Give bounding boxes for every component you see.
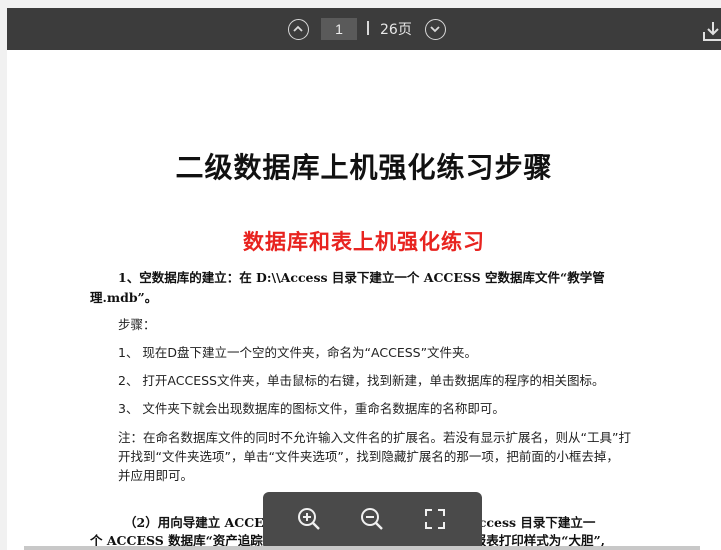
prev-page-button[interactable] [288,19,309,40]
section1-heading-line1: 1、空数据库的建立：在 D:\\Access 目录下建立一个 ACCESS 空数… [118,270,605,285]
zoom-out-icon [361,508,383,530]
step-3: 3、 文件夹下就会出现数据库的图标文件，重命名数据库的名称即可。 [118,401,505,416]
note-line3: 并应用即可。 [118,468,194,483]
total-pages-label: 26页 [380,22,412,38]
pdf-toolbar: 26页 [7,8,721,50]
page-separator [367,21,369,35]
zoom-in-icon [298,508,320,530]
note-line2: 开找到“文件夹选项”，单击“文件夹选项”，找到隐藏扩展名的那一项，把前面的小框去… [118,449,619,464]
page-number-input[interactable] [321,18,357,40]
chevron-down-icon [430,26,440,33]
document-subtitle: 数据库和表上机强化练习 [243,229,485,254]
step-2: 2、 打开ACCESS文件夹，单击鼠标的右键，找到新建，单击数据库的程序的相关图… [118,373,605,388]
fullscreen-icon [425,509,445,529]
fullscreen-button[interactable] [420,504,450,534]
zoom-in-button[interactable] [294,504,324,534]
zoom-toolbar [263,492,482,550]
note-line1: 注：在命名数据库文件的同时不允许输入文件名的扩展名。若没有显示扩展名，则从“工具… [118,430,631,445]
zoom-out-button[interactable] [357,504,387,534]
chevron-up-icon [293,25,303,32]
horizontal-scrollbar[interactable] [24,546,700,550]
document-page: 二级数据库上机强化练习步骤 数据库和表上机强化练习 1、空数据库的建立：在 D:… [7,50,721,550]
next-page-button[interactable] [425,19,446,40]
document-title: 二级数据库上机强化练习步骤 [175,151,553,184]
download-icon [703,22,721,41]
section1-heading-line2: 理.mdb”。 [90,290,158,305]
download-button[interactable] [699,17,721,45]
step-1: 1、 现在D盘下建立一个空的文件夹，命名为“ACCESS”文件夹。 [118,345,478,360]
steps-label: 步骤： [118,317,156,332]
